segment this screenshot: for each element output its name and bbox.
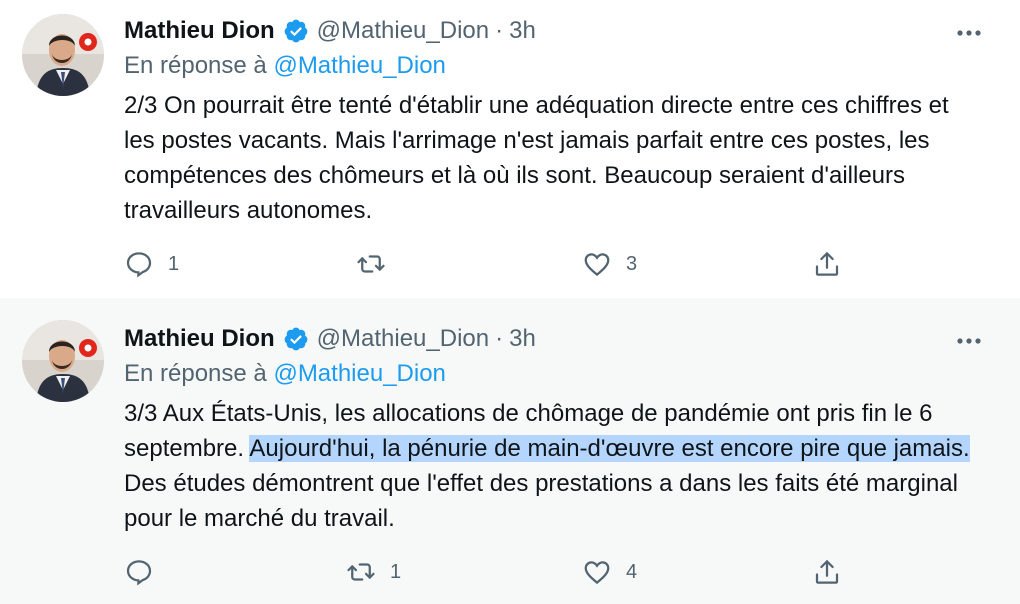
timestamp[interactable]: 3h (509, 325, 536, 353)
reply-prefix: En réponse à (124, 360, 267, 387)
share-icon (815, 252, 839, 276)
author-handle[interactable]: @Mathieu_Dion (317, 17, 489, 45)
like-icon (584, 253, 610, 277)
author-name[interactable]: Mathieu Dion (124, 17, 275, 45)
like-count: 3 (626, 252, 638, 275)
share-button[interactable] (812, 557, 842, 587)
like-count: 4 (626, 560, 638, 583)
author-handle[interactable]: @Mathieu_Dion (317, 325, 489, 353)
reply-context: En réponse à @Mathieu_Dion (124, 52, 446, 80)
reply-count: 1 (168, 252, 180, 275)
reply-icon (126, 560, 152, 586)
like-button[interactable]: 3 (582, 249, 637, 279)
share-button[interactable] (812, 249, 842, 279)
tweet-1[interactable]: Mathieu Dion @Mathieu_Dion · 3h En répon… (0, 0, 1020, 299)
tweet-actions: 1 4 (124, 554, 864, 590)
reply-button[interactable] (124, 557, 168, 587)
retweet-icon (347, 563, 375, 581)
retweet-count: 1 (390, 560, 402, 583)
avatar[interactable] (22, 14, 104, 96)
verified-badge-icon (283, 326, 309, 352)
separator-dot: · (495, 17, 504, 44)
more-icon[interactable] (954, 326, 984, 356)
tweet-header: Mathieu Dion @Mathieu_Dion · 3h (124, 14, 536, 48)
reply-mention-link[interactable]: @Mathieu_Dion (273, 360, 445, 387)
author-name[interactable]: Mathieu Dion (124, 325, 275, 353)
avatar[interactable] (22, 320, 104, 402)
tweet-text-part: Des études démontrent que l'effet des pr… (124, 470, 958, 532)
more-icon[interactable] (954, 18, 984, 48)
reply-mention-link[interactable]: @Mathieu_Dion (273, 52, 445, 79)
tweet-header: Mathieu Dion @Mathieu_Dion · 3h (124, 322, 536, 356)
retweet-button[interactable] (356, 249, 400, 279)
tweet-text: 2/3 On pourrait être tenté d'établir une… (124, 92, 949, 224)
like-icon (584, 561, 610, 585)
reply-prefix: En réponse à (124, 52, 267, 79)
share-icon (815, 560, 839, 584)
like-button[interactable]: 4 (582, 557, 637, 587)
timestamp[interactable]: 3h (509, 17, 536, 45)
reply-icon (126, 252, 152, 278)
reply-context: En réponse à @Mathieu_Dion (124, 360, 446, 388)
tweet-actions: 1 3 (124, 246, 864, 282)
retweet-icon (357, 255, 385, 273)
selected-text-highlight: Aujourd'hui, la pénurie de main-d'œuvre … (249, 435, 970, 462)
reply-button[interactable]: 1 (124, 249, 179, 279)
tweet-text: 3/3 Aux États-Unis, les allocations de c… (124, 396, 984, 536)
retweet-button[interactable]: 1 (346, 557, 401, 587)
verified-badge-icon (283, 18, 309, 44)
separator-dot: · (495, 325, 504, 352)
tweet-2[interactable]: Mathieu Dion @Mathieu_Dion · 3h En répon… (0, 298, 1020, 604)
